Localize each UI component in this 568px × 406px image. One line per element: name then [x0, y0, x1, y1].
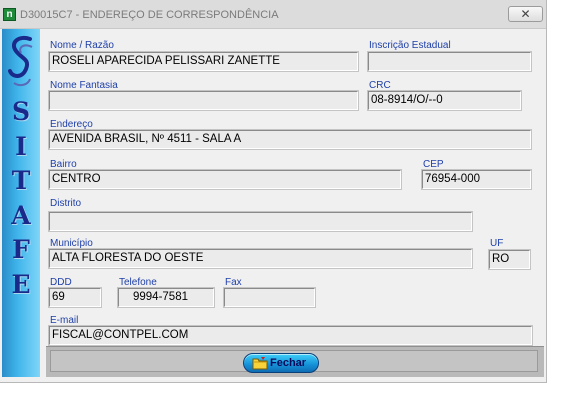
close-button[interactable]: ✕	[508, 6, 543, 22]
folder-icon	[252, 357, 268, 370]
municipio-label: Município	[50, 238, 93, 249]
email-label: E-mail	[50, 315, 79, 326]
fantasia-field[interactable]	[49, 91, 358, 110]
fax-field[interactable]	[224, 288, 315, 307]
banner-letter: S	[11, 97, 31, 126]
button-bar: Fechar	[46, 346, 544, 377]
crc-field[interactable]: 08-8914/O/--0	[368, 91, 521, 110]
close-icon: ✕	[520, 7, 531, 21]
cep-label: CEP	[423, 159, 444, 170]
banner-letter: I	[15, 131, 27, 161]
telefone-label: Telefone	[119, 277, 157, 288]
inscricao-field[interactable]	[368, 52, 531, 71]
sitafe-banner: S I T A F E	[2, 29, 40, 377]
banner-letter: E	[11, 269, 31, 299]
ddd-label: DDD	[50, 277, 72, 288]
nome-label: Nome / Razão	[50, 40, 114, 51]
dialog-window: n D30015C7 - ENDEREÇO DE CORRESPONDÊNCIA…	[0, 0, 547, 383]
app-icon: n	[3, 8, 16, 21]
fantasia-label: Nome Fantasia	[50, 80, 118, 91]
fechar-button[interactable]: Fechar	[243, 353, 319, 373]
banner-letter: A	[11, 200, 31, 230]
ddd-field[interactable]: 69	[49, 288, 101, 307]
endereco-field[interactable]: AVENIDA BRASIL, Nº 4511 - SALA A	[49, 130, 531, 149]
banner-letter: F	[12, 235, 30, 264]
email-field[interactable]: FISCAL@CONTPEL.COM	[49, 326, 532, 345]
crc-label: CRC	[369, 80, 391, 91]
bairro-field[interactable]: CENTRO	[49, 170, 401, 189]
cep-field[interactable]: 76954-000	[422, 170, 531, 189]
uf-label: UF	[490, 238, 504, 249]
municipio-field[interactable]: ALTA FLORESTA DO OESTE	[49, 249, 472, 268]
endereco-label: Endereço	[50, 119, 93, 130]
nome-field[interactable]: ROSELI APARECIDA PELISSARI ZANETTE	[49, 52, 358, 71]
banner-letter: T	[11, 166, 31, 195]
uf-field[interactable]: RO	[489, 250, 530, 269]
inscricao-label: Inscrição Estadual	[369, 40, 451, 51]
distrito-field[interactable]	[49, 212, 472, 231]
fechar-label: Fechar	[270, 357, 307, 369]
distrito-label: Distrito	[50, 198, 82, 209]
bairro-label: Bairro	[50, 159, 77, 170]
title-bar[interactable]: n D30015C7 - ENDEREÇO DE CORRESPONDÊNCIA…	[0, 0, 546, 29]
window-title: D30015C7 - ENDEREÇO DE CORRESPONDÊNCIA	[20, 9, 279, 21]
telefone-field[interactable]: 9994-7581	[118, 288, 214, 307]
fax-label: Fax	[225, 277, 242, 288]
sitafe-logo	[8, 36, 33, 87]
